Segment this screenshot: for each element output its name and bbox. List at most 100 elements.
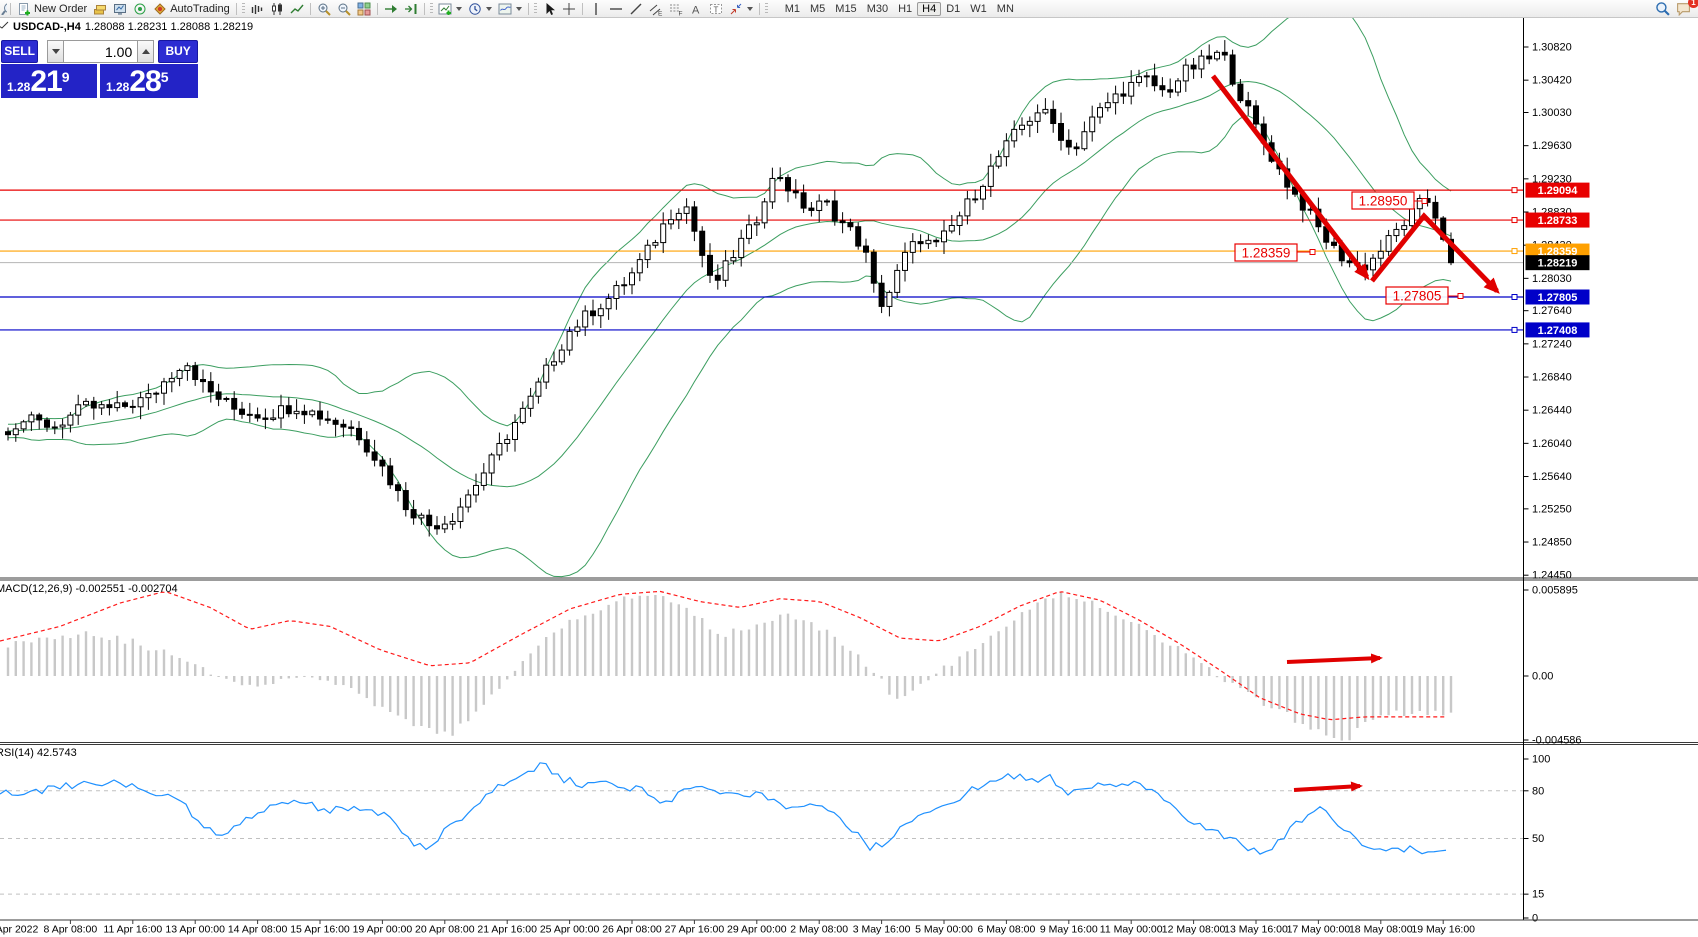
svg-text:1.27240: 1.27240 [1532,338,1572,350]
price-level-badge: 1.29094 [1526,183,1590,198]
text-icon[interactable]: A [686,1,706,17]
macd-arrow[interactable] [1287,658,1380,662]
new-order-button[interactable]: New Order [14,1,90,17]
trend-arrow[interactable] [1372,216,1497,291]
svg-text:1.30820: 1.30820 [1532,42,1572,54]
fibonacci-icon[interactable]: F [666,1,686,17]
buy-price-display[interactable]: 1.28 28 5 [100,64,198,98]
timeframe-M15[interactable]: M15 [830,2,861,16]
svg-text:26 Apr 08:00: 26 Apr 08:00 [602,924,662,936]
macd-signal-line [0,591,1446,719]
svg-text:11 Apr 16:00: 11 Apr 16:00 [103,924,162,936]
svg-text:27 Apr 16:00: 27 Apr 16:00 [665,924,725,936]
sell-price-sup: 9 [62,69,70,85]
notifications-icon[interactable]: 1 [1673,1,1694,17]
label-icon[interactable]: T [706,1,726,17]
search-icon[interactable] [1652,1,1673,17]
svg-text:1.25250: 1.25250 [1532,503,1572,515]
svg-text:100: 100 [1532,754,1550,766]
volume-increase-button[interactable] [137,40,154,63]
auto-scroll-icon[interactable] [381,1,401,17]
sell-button[interactable]: SELL [1,40,38,63]
svg-text:25 Apr 00:00: 25 Apr 00:00 [540,924,600,936]
timeframe-W1[interactable]: W1 [965,2,992,16]
templates-icon[interactable] [495,1,525,17]
svg-text:9 May 16:00: 9 May 16:00 [1040,924,1098,936]
svg-text:0: 0 [1532,913,1538,925]
sell-price-prefix: 1.28 [7,80,30,94]
timeframe-H4[interactable]: H4 [917,2,941,16]
svg-text:1.24850: 1.24850 [1532,537,1572,549]
vertical-line-icon[interactable] [586,1,606,17]
terminal-icon[interactable] [110,1,130,17]
price-annotation[interactable]: 1.28950 [1352,192,1427,209]
new-order-icon [17,2,31,16]
tile-windows-icon[interactable] [354,1,374,17]
svg-text:A: A [692,4,700,16]
signal-icon[interactable] [130,1,150,17]
horizontal-line-icon[interactable] [606,1,626,17]
svg-text:17 May 00:00: 17 May 00:00 [1287,924,1351,936]
up-arrow-icon [142,49,150,54]
timeframe-MN[interactable]: MN [992,2,1019,16]
candlestick-series [6,40,1454,536]
zoom-out-icon[interactable] [334,1,354,17]
chart-title: USDCAD-,H4 1.28088 1.28231 1.28088 1.282… [0,21,253,33]
line-chart-icon[interactable] [287,1,307,17]
volume-decrease-button[interactable] [47,40,64,63]
arrows-icon[interactable] [726,1,756,17]
volume-input[interactable] [64,40,137,63]
sell-price-big: 21 [30,67,61,97]
rsi-arrow[interactable] [1294,786,1360,790]
timeframe-M1[interactable]: M1 [780,2,805,16]
crosshair-icon[interactable] [559,1,579,17]
svg-text:1.28359: 1.28359 [1242,246,1291,261]
timeframe-M30[interactable]: M30 [862,2,893,16]
chart-symbol-period: USDCAD-,H4 [13,21,81,33]
sell-price-display[interactable]: 1.28 21 9 [1,64,97,98]
bar-chart-icon[interactable] [247,1,267,17]
equidistant-channel-icon[interactable]: E [646,1,666,17]
periods-icon[interactable] [465,1,495,17]
candlestick-chart-icon[interactable] [267,1,287,17]
chart-shift-icon[interactable] [401,1,421,17]
timeframe-H1[interactable]: H1 [893,2,917,16]
chart-symbol-icon [0,21,9,33]
svg-text:1.27805: 1.27805 [1393,289,1442,304]
buy-price-sup: 5 [161,69,169,85]
svg-text:F: F [678,10,682,16]
chart-ohlc-values: 1.28088 1.28231 1.28088 1.28219 [85,21,253,33]
indicators-icon[interactable] [435,1,465,17]
chart-canvas[interactable]: 1.289501.283591.27805MACD(12,26,9) -0.00… [0,0,1698,937]
price-annotation[interactable]: 1.27805 [1386,287,1463,304]
buy-button[interactable]: BUY [158,40,198,63]
svg-text:1.25640: 1.25640 [1532,471,1572,483]
price-level-badge: 1.27805 [1526,290,1590,305]
svg-text:1.26440: 1.26440 [1532,405,1572,417]
buy-price-prefix: 1.28 [106,80,129,94]
notification-count-badge: 1 [1688,0,1698,8]
svg-text:6 May 08:00: 6 May 08:00 [978,924,1036,936]
cursor-icon[interactable] [539,1,559,17]
svg-text:-0.004586: -0.004586 [1532,735,1582,747]
price-annotation[interactable]: 1.28359 [1235,244,1315,261]
svg-text:1.27640: 1.27640 [1532,305,1572,317]
svg-text:14 Apr 08:00: 14 Apr 08:00 [228,924,288,936]
svg-text:1.27408: 1.27408 [1538,325,1578,337]
rsi-pane [0,763,1523,894]
macd-label: MACD(12,26,9) -0.002551 -0.002704 [0,583,178,595]
date-axis: Apr 20228 Apr 08:0011 Apr 16:0013 Apr 00… [0,920,1698,936]
current-price-badge: 1.28219 [1526,255,1590,270]
price-level-badge: 1.28733 [1526,213,1590,228]
svg-text:19 May 16:00: 19 May 16:00 [1411,924,1475,936]
gold-bars-icon[interactable] [90,1,110,17]
autotrading-label: AutoTrading [170,3,230,15]
timeframe-D1[interactable]: D1 [941,2,965,16]
svg-text:T: T [713,5,718,14]
zoom-in-icon[interactable] [314,1,334,17]
svg-text:1.28950: 1.28950 [1359,194,1408,209]
timeframe-M5[interactable]: M5 [805,2,830,16]
new-order-label: New Order [34,3,87,15]
trendline-icon[interactable] [626,1,646,17]
autotrading-button[interactable]: AutoTrading [150,1,233,17]
